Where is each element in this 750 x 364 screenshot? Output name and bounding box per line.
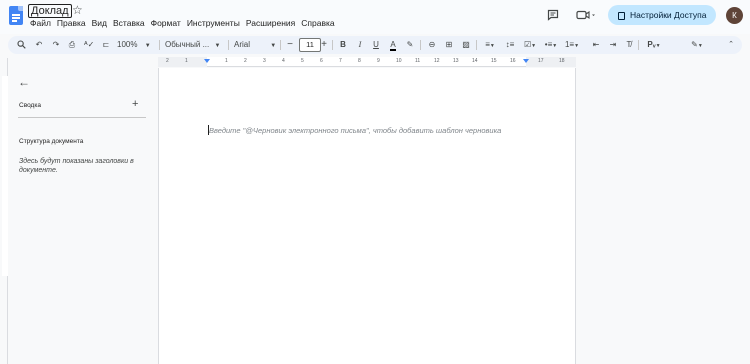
meet-icon[interactable]: [576, 9, 596, 24]
ruler-number: 8: [358, 58, 361, 64]
ruler-number: 10: [396, 58, 402, 64]
italic-icon[interactable]: I: [355, 36, 365, 54]
menu-view[interactable]: Вид: [92, 18, 107, 29]
ruler-number: 2: [244, 58, 247, 64]
ruler-number: 3: [263, 58, 266, 64]
left-indent-marker[interactable]: [204, 59, 210, 63]
toolbar-divider: [476, 40, 477, 50]
ruler-number: 1: [185, 58, 188, 64]
bold-icon[interactable]: B: [338, 36, 348, 54]
outline-label: Структура документа: [19, 138, 84, 145]
toolbar-divider: [420, 40, 421, 50]
email-draft-placeholder: Введите "@Черновик электронного письма",…: [209, 126, 502, 135]
undo-icon[interactable]: ↶: [34, 36, 44, 54]
ruler-number: 6: [320, 58, 323, 64]
ruler-number: 17: [538, 58, 544, 64]
image-icon[interactable]: ▨: [460, 36, 472, 54]
underline-icon[interactable]: U: [371, 36, 381, 54]
add-summary-button[interactable]: +: [132, 98, 138, 110]
menu-help[interactable]: Справка: [301, 18, 334, 29]
numbered-list-icon[interactable]: 1≡▼: [564, 36, 580, 54]
add-comment-icon[interactable]: ⊞: [443, 36, 455, 54]
chevron-down-icon: ▼: [270, 43, 277, 49]
ruler-number: 5: [301, 58, 304, 64]
menu-edit[interactable]: Правка: [57, 18, 86, 29]
font-size-input[interactable]: 11: [299, 38, 321, 52]
highlight-icon[interactable]: ✎: [405, 36, 415, 54]
ruler-number: 7: [339, 58, 342, 64]
docs-logo-icon[interactable]: [9, 6, 23, 25]
ruler-number: 16: [510, 58, 516, 64]
ruler-number: 12: [434, 58, 440, 64]
lock-icon: [618, 12, 625, 20]
comments-icon[interactable]: [547, 9, 559, 24]
bulleted-list-icon[interactable]: •≡▼: [543, 36, 559, 54]
share-button[interactable]: Настройки Доступа: [608, 5, 716, 25]
zoom-value: 100%: [117, 40, 138, 49]
search-menus-icon[interactable]: [16, 36, 26, 54]
editing-mode-icon[interactable]: ✎▼: [688, 36, 706, 54]
vertical-ruler[interactable]: [0, 58, 8, 364]
ruler-number: 9: [377, 58, 380, 64]
redo-icon[interactable]: ↷: [51, 36, 61, 54]
chevron-down-icon: ▼: [214, 43, 221, 49]
summary-label: Сводка: [19, 102, 41, 109]
vertical-ruler-active-area: [2, 76, 8, 276]
document-title[interactable]: Доклад: [28, 4, 72, 18]
back-arrow-icon[interactable]: ←: [18, 75, 30, 89]
chevron-down-icon: ▼: [144, 43, 151, 49]
decrease-font-size-icon[interactable]: −: [285, 36, 295, 54]
right-indent-marker[interactable]: [523, 59, 529, 63]
toolbar-divider: [280, 40, 281, 50]
collapse-menus-icon[interactable]: ⌃: [726, 36, 736, 54]
zoom-select[interactable]: 100% ▼: [117, 36, 153, 54]
align-icon[interactable]: ≡▼: [482, 36, 498, 54]
link-icon[interactable]: ⊖: [426, 36, 438, 54]
toolbar-divider: [159, 40, 160, 50]
font-value: Arial: [234, 40, 251, 49]
decrease-indent-icon[interactable]: ⇤: [591, 36, 601, 54]
print-icon[interactable]: ⎙: [67, 36, 77, 54]
menu-bar: Файл Правка Вид Вставка Формат Инструмен…: [30, 18, 335, 29]
ruler-number: 15: [491, 58, 497, 64]
style-value: Обычный ...: [165, 40, 210, 49]
ruler-number: 11: [415, 58, 421, 64]
ruler-number: 14: [472, 58, 478, 64]
horizontal-ruler[interactable]: 2 1 1 2 3 4 5 6 7 8 9 10 11 12 13 14 15 …: [158, 57, 576, 67]
toolbar-divider: [228, 40, 229, 50]
ruler-number: 18: [559, 58, 565, 64]
toolbar-divider: [332, 40, 333, 50]
input-tools-icon[interactable]: Pᵥ▼: [644, 36, 664, 54]
star-icon[interactable]: ☆: [72, 3, 83, 17]
font-select[interactable]: Arial ▼: [234, 36, 279, 54]
app-header: Доклад ☆ Файл Правка Вид Вставка Формат …: [0, 0, 750, 34]
increase-indent-icon[interactable]: ⇥: [608, 36, 618, 54]
toolbar-divider: [638, 40, 639, 50]
menu-file[interactable]: Файл: [30, 18, 51, 29]
menu-insert[interactable]: Вставка: [113, 18, 145, 29]
clear-formatting-icon[interactable]: T̸: [624, 36, 634, 54]
share-button-label: Настройки Доступа: [630, 10, 707, 20]
ruler-number: 13: [453, 58, 459, 64]
menu-format[interactable]: Формат: [151, 18, 181, 29]
sidebar-divider: [18, 117, 146, 118]
ruler-number: 1: [225, 58, 228, 64]
increase-font-size-icon[interactable]: +: [319, 36, 329, 54]
line-spacing-icon[interactable]: ↕≡: [504, 36, 516, 54]
spellcheck-icon[interactable]: ᴬ✓: [84, 36, 94, 54]
document-page[interactable]: Введите "@Черновик электронного письма",…: [158, 68, 576, 364]
checklist-icon[interactable]: ☑▼: [522, 36, 538, 54]
menu-tools[interactable]: Инструменты: [187, 18, 240, 29]
text-color-icon[interactable]: A: [388, 36, 398, 54]
avatar[interactable]: К: [726, 7, 743, 24]
ruler-number: 4: [282, 58, 285, 64]
right-margin-area: [526, 57, 576, 67]
menu-extensions[interactable]: Расширения: [246, 18, 295, 29]
outline-hint: Здесь будут показаны заголовки в докумен…: [19, 158, 134, 174]
ruler-number: 2: [166, 58, 169, 64]
paint-format-icon[interactable]: ⊏: [101, 36, 111, 54]
formatting-toolbar: ↶ ↷ ⎙ ᴬ✓ ⊏ 100% ▼ Обычный ... ▼ Arial ▼ …: [8, 36, 742, 54]
style-select[interactable]: Обычный ... ▼: [165, 36, 225, 54]
